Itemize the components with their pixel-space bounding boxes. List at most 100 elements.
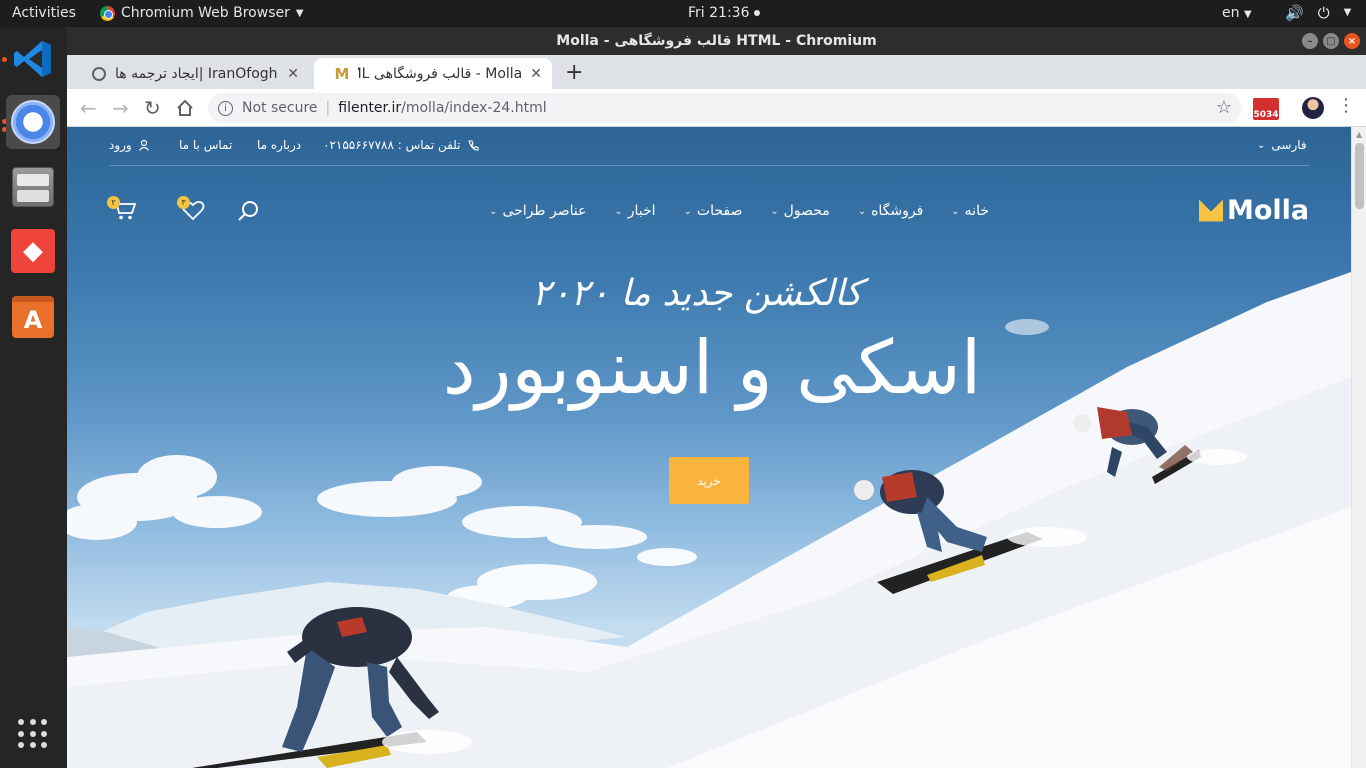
system-top-bar: Activities Chromium Web Browser ▼ Fri 21… bbox=[0, 0, 1366, 27]
chevron-down-icon: ⌄ bbox=[857, 205, 867, 217]
software-store-launcher[interactable]: A bbox=[6, 290, 60, 344]
logo-text: Molla bbox=[1227, 195, 1310, 226]
chromium-launcher[interactable] bbox=[6, 95, 60, 149]
nav-item-elements[interactable]: عناصر طراحی ⌄ bbox=[489, 203, 586, 219]
login-link[interactable]: ورود bbox=[109, 138, 150, 152]
chevron-down-icon: ▼ bbox=[1343, 7, 1352, 18]
show-applications-button[interactable] bbox=[6, 707, 60, 761]
scrollbar-thumb[interactable] bbox=[1355, 143, 1364, 209]
software-store-icon: A bbox=[12, 296, 54, 338]
profile-avatar[interactable] bbox=[1302, 97, 1324, 119]
language-indicator[interactable]: en ▼ bbox=[1222, 5, 1252, 21]
nav-item-news[interactable]: اخبار ⌄ bbox=[614, 203, 655, 219]
anydesk-icon: ◆ bbox=[11, 229, 55, 273]
chevron-down-icon: ⌄ bbox=[770, 205, 779, 217]
about-link[interactable]: درباره ما bbox=[257, 138, 301, 152]
url-host: filenter.ir bbox=[338, 100, 402, 116]
app-menu-label: Chromium Web Browser bbox=[121, 5, 290, 21]
page-scrollbar[interactable]: ▲ bbox=[1351, 127, 1366, 768]
app-menu[interactable]: Chromium Web Browser ▼ bbox=[100, 5, 304, 21]
extension-count: 5034 bbox=[1253, 110, 1279, 120]
nav-label: صفحات bbox=[696, 203, 743, 219]
nav-item-product[interactable]: محصول ⌄ bbox=[770, 203, 829, 219]
phone-label: تلفن تماس : ۰۲۱۵۵۶۶۷۷۸۸ bbox=[323, 138, 461, 152]
maximize-icon[interactable]: □ bbox=[1323, 33, 1339, 49]
search-icon bbox=[238, 201, 258, 221]
language-selector-label: فارسی bbox=[1271, 138, 1307, 152]
user-icon bbox=[138, 139, 149, 151]
browser-toolbar: ← → ↻ i Not secure | filenter.ir/molla/i… bbox=[67, 89, 1366, 127]
login-label: ورود bbox=[109, 138, 132, 152]
chromium-icon bbox=[100, 5, 115, 21]
security-label: Not secure bbox=[242, 100, 318, 116]
window-titlebar: Molla - قالب فروشگاهی HTML - Chromium – … bbox=[67, 27, 1366, 55]
bookmark-star-icon[interactable]: ☆ bbox=[1216, 97, 1232, 118]
cart-button[interactable]: ۲ bbox=[107, 196, 137, 225]
app-grid-icon bbox=[18, 719, 48, 749]
chevron-down-icon: ⌄ bbox=[614, 205, 623, 217]
page-viewport: ورود تماس با ما درباره ما تلفن تماس : ۰۲… bbox=[67, 127, 1351, 768]
scroll-up-icon[interactable]: ▲ bbox=[1356, 130, 1362, 139]
browser-menu-icon[interactable]: ⋮ bbox=[1337, 95, 1355, 116]
files-icon bbox=[12, 167, 54, 207]
minimize-icon[interactable]: – bbox=[1302, 33, 1318, 49]
language-selector[interactable]: ⌄ فارسی bbox=[1257, 138, 1307, 152]
system-menu[interactable]: 🔊 ⏻ ▼ bbox=[1285, 4, 1351, 22]
language-label: en bbox=[1222, 5, 1240, 21]
nav-item-pages[interactable]: صفحات ⌄ bbox=[684, 203, 743, 219]
chevron-down-icon: ▼ bbox=[295, 7, 304, 19]
tab-molla[interactable]: M Molla - قالب فروشگاهی HTML ✕ bbox=[314, 58, 552, 89]
nav-item-shop[interactable]: فروشگاه ⌄ bbox=[858, 203, 924, 219]
url-path: /molla/index-24.html bbox=[401, 100, 547, 116]
header-divider bbox=[109, 165, 1309, 166]
address-bar[interactable]: i Not secure | filenter.ir/molla/index-2… bbox=[208, 93, 1242, 123]
vscode-icon bbox=[14, 41, 51, 77]
close-tab-icon[interactable]: ✕ bbox=[530, 66, 542, 82]
files-launcher[interactable] bbox=[6, 160, 60, 214]
hero-subtitle: کالکشن جدید ما ۲۰۲۰ bbox=[531, 273, 863, 314]
site-logo[interactable]: Molla bbox=[1199, 195, 1309, 226]
nav-label: عناصر طراحی bbox=[502, 203, 587, 219]
nav-label: اخبار bbox=[627, 203, 656, 219]
wishlist-button[interactable]: ۳ bbox=[177, 196, 205, 225]
info-icon[interactable]: i bbox=[218, 100, 233, 116]
nav-label: محصول bbox=[783, 203, 830, 219]
wishlist-count-badge: ۳ bbox=[177, 196, 190, 209]
tab-iranofogh[interactable]: IranOfogh |ایجاد ترجمه ها ✕ bbox=[71, 58, 309, 89]
close-tab-icon[interactable]: ✕ bbox=[287, 66, 299, 82]
reload-button[interactable]: ↻ bbox=[144, 96, 161, 120]
molla-favicon-icon: M bbox=[334, 64, 350, 83]
notification-dot-icon bbox=[754, 10, 761, 16]
forward-button[interactable]: → bbox=[112, 96, 129, 120]
cart-count-badge: ۲ bbox=[107, 196, 120, 209]
phone-info: تلفن تماس : ۰۲۱۵۵۶۶۷۷۸۸ bbox=[323, 138, 480, 152]
close-window-icon[interactable]: × bbox=[1344, 33, 1360, 49]
molla-logo-icon bbox=[1199, 199, 1223, 222]
globe-icon bbox=[91, 66, 107, 82]
vscode-launcher[interactable] bbox=[6, 32, 60, 86]
tab-label: IranOfogh |ایجاد ترجمه ها bbox=[115, 65, 278, 82]
clock[interactable]: Fri 21:36 bbox=[688, 5, 761, 21]
nav-item-home[interactable]: خانه ⌄ bbox=[951, 203, 989, 219]
chevron-down-icon: ⌄ bbox=[683, 205, 692, 217]
window-title: Molla - قالب فروشگاهی HTML - Chromium bbox=[556, 33, 877, 49]
activities-button[interactable]: Activities bbox=[12, 5, 76, 21]
chevron-down-icon: ⌄ bbox=[1257, 139, 1266, 151]
nav-label: خانه bbox=[964, 203, 989, 219]
chevron-down-icon: ▼ bbox=[1243, 9, 1252, 20]
main-nav: خانه ⌄ فروشگاه ⌄ محصول ⌄ صفحات ⌄ اخبار ⌄ عناص… bbox=[489, 203, 989, 219]
clock-label: Fri 21:36 bbox=[688, 5, 750, 21]
hero-title: اسکی و اسنوبورد bbox=[442, 325, 982, 411]
tab-label: Molla - قالب فروشگاهی HTML bbox=[358, 65, 523, 82]
power-icon: ⏻ bbox=[1317, 4, 1330, 22]
shop-now-button[interactable]: خرید bbox=[669, 457, 749, 504]
anydesk-launcher[interactable]: ◆ bbox=[6, 224, 60, 278]
home-icon[interactable] bbox=[175, 98, 195, 118]
new-tab-button[interactable]: + bbox=[565, 60, 583, 85]
dock: ◆ A bbox=[0, 27, 67, 768]
contact-link[interactable]: تماس با ما bbox=[179, 138, 232, 152]
back-button[interactable]: ← bbox=[80, 96, 97, 120]
volume-icon: 🔊 bbox=[1285, 4, 1304, 22]
search-button[interactable] bbox=[237, 199, 261, 227]
extension-badge[interactable]: 5034 bbox=[1253, 98, 1279, 120]
